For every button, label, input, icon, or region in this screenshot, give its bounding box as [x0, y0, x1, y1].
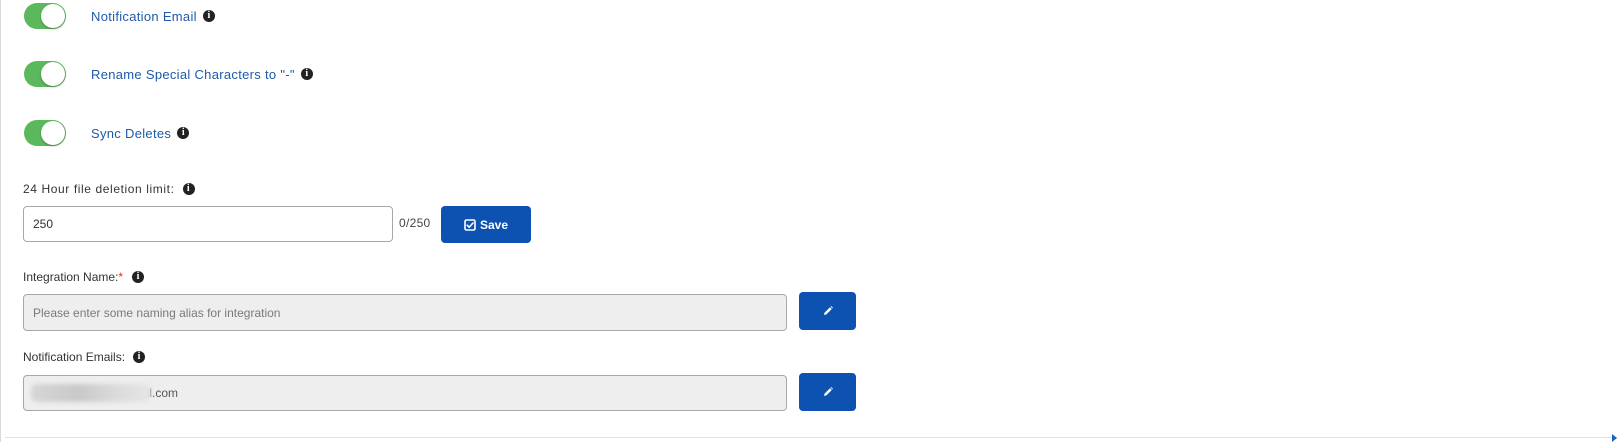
toggle-row-sync-deletes: Sync Deletes i — [24, 119, 190, 147]
deletion-limit-label: 24 Hour file deletion limit: — [23, 182, 175, 196]
notification-email-label: Notification Email — [91, 8, 197, 24]
notification-emails-label: Notification Emails: — [23, 350, 126, 364]
rename-special-characters-label: Rename Special Characters to "-" — [91, 66, 295, 82]
edit-notification-emails-button[interactable] — [799, 373, 856, 411]
notification-emails-input[interactable] — [23, 375, 787, 411]
deletion-limit-counter: 0/250 — [399, 216, 431, 230]
toggle-knob — [41, 121, 65, 145]
edit-integration-name-button[interactable] — [799, 292, 856, 330]
integration-settings-panel: Notification Email i Rename Special Char… — [0, 0, 1617, 442]
save-button-label: Save — [479, 217, 509, 232]
toggle-knob — [41, 62, 65, 86]
info-icon[interactable]: i — [202, 10, 215, 22]
notification-emails-label-row: Notification Emails: i — [23, 350, 146, 364]
info-icon[interactable]: i — [182, 183, 195, 195]
check-square-icon — [464, 218, 476, 231]
pencil-icon — [823, 387, 833, 396]
info-icon[interactable]: i — [133, 351, 146, 363]
deletion-limit-input[interactable] — [23, 206, 393, 242]
notification-emails-field — [23, 375, 787, 411]
toggle-knob — [41, 4, 65, 28]
toggle-row-rename-special-characters: Rename Special Characters to "-" i — [24, 60, 313, 88]
integration-name-label: Integration Name: — [23, 270, 119, 284]
pencil-icon — [823, 306, 833, 315]
required-mark: * — [118, 270, 124, 284]
info-icon[interactable]: i — [177, 127, 190, 139]
deletion-limit-label-row: 24 Hour file deletion limit: i — [23, 182, 195, 196]
sync-deletes-toggle[interactable] — [24, 120, 66, 146]
save-button[interactable]: Save — [441, 206, 531, 243]
sync-deletes-label: Sync Deletes — [91, 125, 172, 141]
integration-name-input[interactable] — [23, 294, 787, 331]
integration-name-label-row: Integration Name: * i — [23, 270, 145, 284]
info-icon[interactable]: i — [300, 68, 313, 80]
toggle-row-notification-email: Notification Email i — [24, 2, 215, 30]
notification-email-toggle[interactable] — [24, 3, 66, 29]
rename-special-characters-toggle[interactable] — [24, 61, 66, 87]
section-divider — [5, 437, 1617, 438]
info-icon[interactable]: i — [132, 271, 145, 283]
caret-right-icon[interactable] — [1612, 434, 1617, 442]
